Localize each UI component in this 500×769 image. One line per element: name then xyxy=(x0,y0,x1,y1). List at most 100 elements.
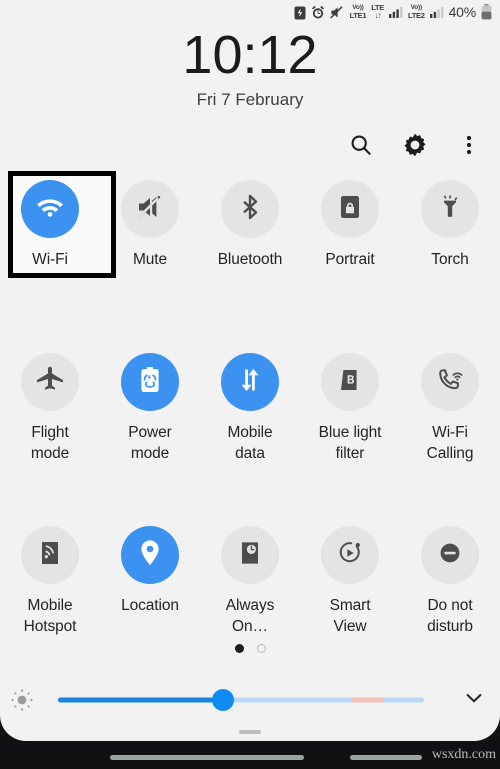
volte-lte2-icon: Vo)) LTE2 xyxy=(407,4,425,20)
gear-icon xyxy=(403,133,427,162)
tile-icon-bg xyxy=(421,353,479,411)
tile-row: Wi-Fi Mute Bluetooth Portrait Torch xyxy=(0,170,500,343)
tile-location[interactable]: Location xyxy=(100,516,200,689)
smart-view-icon xyxy=(335,538,365,573)
tile-icon-bg xyxy=(421,526,479,584)
tile-icon-bg xyxy=(121,180,179,238)
location-pin-icon xyxy=(136,538,164,573)
mute-icon xyxy=(329,4,345,20)
slider-warm-range xyxy=(350,697,384,703)
battery-icon xyxy=(481,4,492,20)
clock-date: Fri 7 February xyxy=(196,90,304,109)
tile-smart-view[interactable]: Smart View xyxy=(300,516,400,689)
navigation-bar: wsxdn.com xyxy=(0,741,500,769)
tile-mobile-data[interactable]: Mobile data xyxy=(200,343,300,516)
airplane-icon xyxy=(35,365,65,400)
slider-thumb[interactable] xyxy=(211,689,234,711)
signal-1-icon xyxy=(388,4,403,20)
brightness-row xyxy=(0,679,500,721)
drag-handle[interactable] xyxy=(239,730,261,734)
page-indicator xyxy=(0,644,500,653)
quick-settings-panel: Vo)) LTE1 LTE ↓↑ Vo)) LTE2 40% 10:12 Fri… xyxy=(0,0,500,741)
tile-mobile-hotspot[interactable]: Mobile Hotspot xyxy=(0,516,100,689)
tile-label: Mobile Hotspot xyxy=(23,597,77,635)
power-saving-icon xyxy=(136,365,164,400)
tile-label: Wi-Fi xyxy=(32,251,68,268)
search-button[interactable] xyxy=(344,130,378,164)
status-bar: Vo)) LTE1 LTE ↓↑ Vo)) LTE2 40% xyxy=(0,0,500,24)
blue-light-filter-icon xyxy=(337,366,363,399)
tile-icon-bg xyxy=(221,526,279,584)
wifi-calling-icon xyxy=(435,365,465,400)
back-button[interactable] xyxy=(350,755,422,760)
alarm-icon xyxy=(311,4,325,20)
volte-lte1-icon: Vo)) LTE1 xyxy=(349,4,367,20)
mobile-data-icon xyxy=(235,365,265,400)
tile-flight-mode[interactable]: Flight mode xyxy=(0,343,100,516)
signal-2-icon xyxy=(429,4,444,20)
brightness-slider[interactable] xyxy=(44,679,442,721)
tile-label: Mute xyxy=(132,251,168,268)
tile-label: Blue light filter xyxy=(318,424,382,462)
page-dot-1[interactable] xyxy=(234,644,244,653)
tile-label: Location xyxy=(121,597,179,614)
tile-icon-bg xyxy=(421,180,479,238)
mute-icon xyxy=(135,192,165,227)
tile-icon-bg xyxy=(321,353,379,411)
expand-brightness-button[interactable] xyxy=(448,686,500,715)
lte-data-icon: LTE ↓↑ xyxy=(371,3,384,20)
tile-row: Mobile Hotspot Location Always On… Smart… xyxy=(0,516,500,689)
tile-icon-bg xyxy=(321,526,379,584)
tile-label: Wi-Fi Calling xyxy=(426,424,474,462)
tile-label: Do not disturb xyxy=(427,597,473,635)
watermark-label: wsxdn.com xyxy=(431,747,496,762)
tile-label: Portrait xyxy=(325,251,375,268)
tile-label: Power mode xyxy=(128,424,172,462)
tile-label: Always On… xyxy=(225,597,275,635)
bluetooth-icon xyxy=(236,193,264,226)
overflow-menu-icon xyxy=(458,134,480,161)
tile-bluetooth[interactable]: Bluetooth xyxy=(200,170,300,343)
more-options-button[interactable] xyxy=(452,130,486,164)
tile-icon-bg xyxy=(321,180,379,238)
tile-label: Smart View xyxy=(329,597,371,635)
rotation-lock-icon xyxy=(337,193,363,226)
clock-block: 10:12 Fri 7 February xyxy=(0,24,500,111)
tile-label: Bluetooth xyxy=(217,251,283,268)
tile-icon-bg xyxy=(21,353,79,411)
do-not-disturb-icon xyxy=(436,539,464,572)
brightness-icon xyxy=(0,687,44,713)
battery-percent-label: 40% xyxy=(448,4,477,20)
chevron-down-icon xyxy=(462,686,486,715)
tile-do-not-disturb[interactable]: Do not disturb xyxy=(400,516,500,689)
home-button[interactable] xyxy=(212,755,304,760)
quick-settings-grid: Wi-Fi Mute Bluetooth Portrait Torch Flig… xyxy=(0,170,500,689)
tile-wifi-calling[interactable]: Wi-Fi Calling xyxy=(400,343,500,516)
tile-torch[interactable]: Torch xyxy=(400,170,500,343)
tile-blue-light-filter[interactable]: Blue light filter xyxy=(300,343,400,516)
tile-icon-bg xyxy=(121,353,179,411)
clock-time: 10:12 xyxy=(182,25,318,85)
tile-icon-bg xyxy=(221,353,279,411)
always-on-display-icon xyxy=(237,539,263,572)
tile-always-on-display[interactable]: Always On… xyxy=(200,516,300,689)
search-icon xyxy=(349,133,373,162)
tile-wifi[interactable]: Wi-Fi xyxy=(0,170,116,343)
flashlight-icon xyxy=(436,193,464,226)
tile-icon-bg xyxy=(221,180,279,238)
wifi-icon xyxy=(34,191,66,228)
settings-button[interactable] xyxy=(398,130,432,164)
tile-icon-bg xyxy=(121,526,179,584)
hotspot-icon xyxy=(37,539,63,572)
tile-icon-bg xyxy=(21,180,79,238)
page-dot-2[interactable] xyxy=(256,644,266,653)
battery-saver-icon xyxy=(294,4,306,20)
header-actions xyxy=(344,130,486,164)
tile-portrait[interactable]: Portrait xyxy=(300,170,400,343)
tile-label: Mobile data xyxy=(227,424,273,462)
tile-icon-bg xyxy=(21,526,79,584)
tile-power-mode[interactable]: Power mode xyxy=(100,343,200,516)
tile-label: Flight mode xyxy=(30,424,70,462)
tile-row: Flight mode Power mode Mobile data Blue … xyxy=(0,343,500,516)
tile-label: Torch xyxy=(431,251,469,268)
